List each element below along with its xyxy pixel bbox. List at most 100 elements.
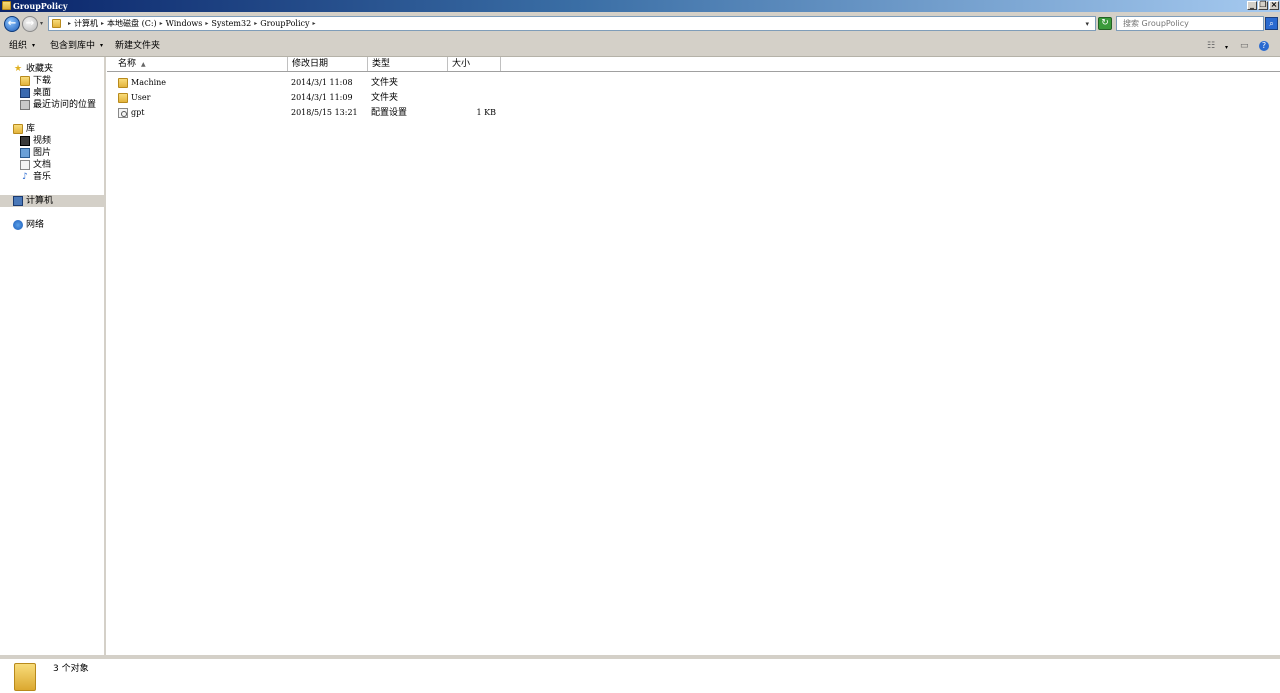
- picture-icon: [20, 148, 30, 158]
- close-icon: ×: [1270, 0, 1278, 9]
- forward-arrow-icon: →: [25, 18, 35, 29]
- sidebar-item-label: 图片: [33, 148, 52, 158]
- include-in-library-button[interactable]: 包含到库中 ▾: [50, 40, 103, 52]
- sidebar-item-label: 文档: [33, 160, 52, 170]
- sidebar-item-label: 计算机: [26, 196, 54, 206]
- chevron-down-icon: ▾: [32, 42, 36, 49]
- sidebar-item-pictures[interactable]: 图片: [20, 147, 51, 159]
- breadcrumb: ▸ 计算机 ▸ 本地磁盘 (C:) ▸ Windows ▸ System32 ▸…: [65, 18, 319, 30]
- column-header-size[interactable]: 大小: [448, 57, 501, 71]
- recent-places-icon: [20, 100, 30, 110]
- sidebar-item-documents[interactable]: 文档: [20, 159, 51, 171]
- sidebar-item-videos[interactable]: 视频: [20, 135, 51, 147]
- close-button[interactable]: ×: [1269, 0, 1279, 10]
- breadcrumb-system32[interactable]: System32: [211, 18, 251, 30]
- folder-icon: [14, 663, 36, 691]
- network-icon: [13, 220, 23, 230]
- column-label: 类型: [372, 59, 391, 69]
- column-label: 修改日期: [292, 59, 329, 69]
- sidebar-item-favorites[interactable]: ★ 收藏夹: [13, 63, 53, 75]
- help-icon[interactable]: ?: [1259, 41, 1269, 51]
- file-name-cell: Machine: [118, 76, 166, 90]
- star-icon: ★: [13, 64, 23, 74]
- refresh-button[interactable]: ↻: [1098, 17, 1112, 30]
- search-input[interactable]: [1117, 17, 1257, 30]
- include-in-library-label: 包含到库中: [50, 41, 96, 51]
- forward-button[interactable]: →: [22, 16, 38, 32]
- sidebar-item-label: 下载: [33, 76, 52, 86]
- view-options-dropdown[interactable]: ▾: [1225, 42, 1228, 54]
- new-folder-button[interactable]: 新建文件夹: [115, 40, 160, 52]
- back-arrow-icon: ←: [7, 18, 17, 29]
- breadcrumb-separator[interactable]: ▸: [205, 18, 208, 30]
- file-type: 文件夹: [371, 93, 399, 103]
- sidebar-item-desktop[interactable]: 桌面: [20, 87, 51, 99]
- address-field[interactable]: ▸ 计算机 ▸ 本地磁盘 (C:) ▸ Windows ▸ System32 ▸…: [48, 16, 1096, 31]
- breadcrumb-separator[interactable]: ▸: [254, 18, 257, 30]
- breadcrumb-separator[interactable]: ▸: [313, 18, 316, 30]
- organize-label: 组织: [9, 41, 28, 51]
- item-count: 3 个对象: [53, 664, 89, 674]
- address-bar-area: ← → ▾ ▸ 计算机 ▸ 本地磁盘 (C:) ▸ Windows ▸ Syst…: [0, 12, 1280, 36]
- file-name-cell: gpt: [118, 106, 144, 120]
- column-label: 大小: [452, 59, 471, 69]
- change-view-icon[interactable]: ☷: [1207, 40, 1215, 52]
- sidebar-item-recent-places[interactable]: 最近访问的位置: [20, 99, 96, 111]
- file-name-cell: User: [118, 91, 150, 105]
- table-row[interactable]: Machine 2014/3/1 11:08 文件夹: [107, 76, 707, 90]
- settings-file-icon: [118, 108, 128, 118]
- search-button[interactable]: ⌕: [1265, 17, 1278, 30]
- library-icon: [13, 124, 23, 134]
- column-header-name[interactable]: 名称 ▲: [114, 57, 288, 71]
- back-button[interactable]: ←: [4, 16, 20, 32]
- video-icon: [20, 136, 30, 146]
- file-type: 文件夹: [371, 78, 399, 88]
- file-name: gpt: [131, 108, 145, 117]
- table-row[interactable]: gpt 2018/5/15 13:21 配置设置 1 KB: [107, 106, 707, 120]
- organize-button[interactable]: 组织 ▾: [9, 40, 35, 52]
- sidebar-item-downloads[interactable]: 下载: [20, 75, 51, 87]
- refresh-icon: ↻: [1101, 18, 1109, 28]
- restore-button[interactable]: ❐: [1258, 0, 1268, 10]
- sidebar-item-label: 视频: [33, 136, 52, 146]
- sidebar-item-libraries[interactable]: 库: [13, 123, 35, 135]
- breadcrumb-windows[interactable]: Windows: [166, 18, 203, 30]
- breadcrumb-separator[interactable]: ▸: [160, 18, 163, 30]
- search-box[interactable]: [1116, 16, 1264, 31]
- sidebar-item-label: 桌面: [33, 88, 52, 98]
- navigation-pane: ★ 收藏夹 下载 桌面 最近访问的位置 库 视频 图片 文档 ♪ 音乐 计算机 …: [0, 57, 106, 655]
- file-date: 2018/5/15 13:21: [291, 108, 358, 117]
- sidebar-item-music[interactable]: ♪ 音乐: [20, 171, 51, 183]
- column-header-date[interactable]: 修改日期: [288, 57, 368, 71]
- title-bar: GroupPolicy _ ❐ ×: [0, 0, 1280, 12]
- column-header-type[interactable]: 类型: [368, 57, 448, 71]
- table-row[interactable]: User 2014/3/1 11:09 文件夹: [107, 91, 707, 105]
- address-history-dropdown[interactable]: ▾: [1085, 18, 1089, 30]
- column-header-row: 名称 ▲ 修改日期 类型 大小: [107, 57, 1280, 72]
- document-icon: [20, 160, 30, 170]
- new-folder-label: 新建文件夹: [115, 41, 161, 51]
- sidebar-item-label: 网络: [26, 220, 45, 230]
- sort-ascending-icon: ▲: [141, 61, 146, 68]
- sidebar-item-network[interactable]: 网络: [13, 219, 44, 231]
- sidebar-item-label: 最近访问的位置: [33, 100, 97, 110]
- folder-icon: [118, 78, 128, 88]
- sidebar-item-computer[interactable]: 计算机: [13, 195, 53, 207]
- folder-icon: [2, 1, 11, 10]
- preview-pane-icon[interactable]: ▭: [1240, 40, 1249, 52]
- breadcrumb-separator[interactable]: ▸: [68, 18, 71, 30]
- breadcrumb-local-disk[interactable]: 本地磁盘 (C:): [107, 18, 157, 30]
- search-icon: ⌕: [1269, 19, 1274, 28]
- file-date: 2014/3/1 11:08: [291, 78, 353, 87]
- minimize-button[interactable]: _: [1247, 0, 1257, 10]
- breadcrumb-computer[interactable]: 计算机: [74, 18, 98, 30]
- computer-icon: [13, 196, 23, 206]
- recent-pages-dropdown[interactable]: ▾: [40, 20, 43, 27]
- breadcrumb-grouppolicy[interactable]: GroupPolicy: [260, 18, 309, 30]
- sidebar-item-label: 库: [26, 124, 36, 134]
- details-pane: 3 个对象: [0, 655, 1280, 693]
- file-name: Machine: [131, 78, 167, 87]
- sidebar-item-label: 音乐: [33, 172, 52, 182]
- breadcrumb-separator[interactable]: ▸: [101, 18, 104, 30]
- download-folder-icon: [20, 76, 30, 86]
